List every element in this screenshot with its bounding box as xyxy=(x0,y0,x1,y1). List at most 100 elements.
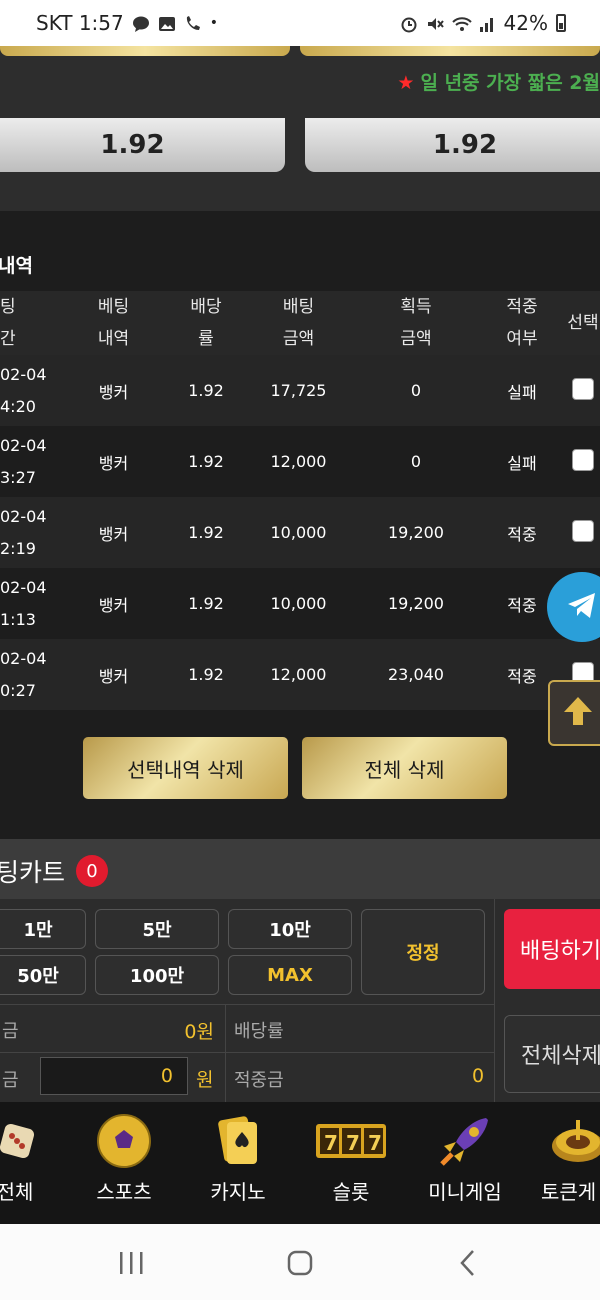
cell-bet: 10,000 xyxy=(251,497,346,568)
payout-value: 0 xyxy=(472,1065,485,1087)
time-text: 1:13 xyxy=(0,609,36,629)
button-label: 5만 xyxy=(142,920,172,941)
col-header-select: 선택 xyxy=(558,291,600,355)
cell-time: 02-04 3:27 xyxy=(0,426,66,497)
cell-bet: 12,000 xyxy=(251,639,346,710)
recent-apps-icon[interactable] xyxy=(116,1248,146,1278)
system-navigation-bar xyxy=(0,1224,600,1300)
nav-item-all[interactable]: 전체 xyxy=(0,1102,70,1224)
back-icon[interactable] xyxy=(453,1248,483,1278)
playing-cards-icon xyxy=(209,1112,267,1170)
header-text: 베팅 내역 xyxy=(97,297,130,349)
nav-item-minigame[interactable]: 미니게임 xyxy=(410,1102,520,1224)
nav-label: 슬롯 xyxy=(332,1180,370,1204)
button-label: 배팅하기 xyxy=(520,939,600,964)
carrier-time: SKT 1:57 xyxy=(36,11,124,35)
payout-label: 적중금 xyxy=(234,1070,284,1091)
cell-win: 19,200 xyxy=(346,568,486,639)
header-text: 선택 xyxy=(567,313,599,333)
time-text: 3:27 xyxy=(0,467,36,487)
clear-cart-button[interactable]: 전체삭제 xyxy=(504,1015,600,1093)
nav-label: 카지노 xyxy=(210,1180,266,1204)
svg-text:7: 7 xyxy=(368,1131,382,1155)
status-dot: • xyxy=(209,15,219,31)
time-text: 0:27 xyxy=(0,680,36,700)
amount-max-button[interactable]: MAX xyxy=(228,955,352,995)
scroll-to-top-button[interactable] xyxy=(548,680,600,746)
cell-bet: 12,000 xyxy=(251,426,346,497)
select-checkbox[interactable] xyxy=(572,448,594,471)
star-icon: ★ xyxy=(397,72,415,94)
delete-all-history-button[interactable]: 전체 삭제 xyxy=(302,737,507,799)
delete-selected-button[interactable]: 선택내역 삭제 xyxy=(83,737,288,799)
cell-time: 02-04 2:19 xyxy=(0,497,66,568)
cell-result: 적중 xyxy=(486,497,558,568)
missed-call-icon xyxy=(184,14,202,32)
marquee-text: 일 년중 가장 짧은 2월 xyxy=(420,72,600,94)
header-text: 적중 여부 xyxy=(506,297,538,349)
col-header-result: 적중 여부 xyxy=(486,291,558,355)
cell-time: 02-04 1:13 xyxy=(0,568,66,639)
date-text: 02-04 xyxy=(0,364,47,384)
status-bar: SKT 1:57 • 42% xyxy=(0,0,600,46)
button-label: MAX xyxy=(267,964,313,986)
nav-label: 미니게임 xyxy=(428,1180,502,1204)
nav-label: 전체 xyxy=(0,1180,34,1204)
mute-icon xyxy=(426,14,444,32)
home-icon[interactable] xyxy=(285,1248,315,1278)
cell-win: 19,200 xyxy=(346,497,486,568)
odds-card-right[interactable]: 1.92 xyxy=(305,118,600,172)
cell-odds: 1.92 xyxy=(161,568,251,639)
odds-card-left[interactable]: 1.92 xyxy=(0,118,285,172)
talk-icon xyxy=(132,14,150,32)
nav-item-sports[interactable]: 스포츠 xyxy=(69,1102,179,1224)
button-label: 전체삭제 xyxy=(521,1044,600,1069)
select-checkbox[interactable] xyxy=(572,519,594,542)
nav-label: 스포츠 xyxy=(96,1180,152,1204)
button-label: 100만 xyxy=(129,966,185,987)
odds-value: 1.92 xyxy=(100,130,165,160)
cell-time: 02-04 0:27 xyxy=(0,639,66,710)
cell-result: 실패 xyxy=(486,355,558,426)
divider xyxy=(0,1052,494,1053)
stake-input[interactable] xyxy=(40,1057,188,1095)
button-label: 전체 삭제 xyxy=(364,757,445,782)
cell-odds: 1.92 xyxy=(161,639,251,710)
cart-title: 팅카트 xyxy=(0,858,66,887)
cell-odds: 1.92 xyxy=(161,426,251,497)
total-amount-label: 금 xyxy=(2,1021,19,1042)
cell-time: 02-04 4:20 xyxy=(0,355,66,426)
nav-item-casino[interactable]: 카지노 xyxy=(183,1102,293,1224)
amount-500k-button[interactable]: 50만 xyxy=(0,955,86,995)
table-row: 02-04 0:27 뱅커 1.92 12,000 23,040 적중 xyxy=(0,639,600,710)
cell-bet: 17,725 xyxy=(251,355,346,426)
reset-button[interactable]: 정정 xyxy=(361,909,485,995)
col-header-odds: 배당 률 xyxy=(161,291,251,355)
nav-item-slot[interactable]: 777 슬롯 xyxy=(296,1102,406,1224)
gold-tab-right xyxy=(300,46,600,56)
time-text: 4:20 xyxy=(0,396,36,416)
nav-label: 토큰게 xyxy=(541,1180,597,1204)
place-bet-button[interactable]: 배팅하기 xyxy=(504,909,600,989)
cell-item: 뱅커 xyxy=(66,639,161,710)
odds-value: 1.92 xyxy=(432,130,498,160)
cell-win: 23,040 xyxy=(346,639,486,710)
amount-10k-button[interactable]: 1만 xyxy=(0,909,86,949)
amount-50k-button[interactable]: 5만 xyxy=(95,909,219,949)
bet-history-section: 내역 팅 간 베팅 내역 배당 률 배팅 금액 획득 금액 적중 여부 선택 삭… xyxy=(0,211,600,839)
header-text: 배당 률 xyxy=(190,297,222,349)
cell-item: 뱅커 xyxy=(66,568,161,639)
date-text: 02-04 xyxy=(0,435,47,455)
button-label: 정정 xyxy=(406,943,440,964)
slot-777-icon: 777 xyxy=(316,1112,386,1170)
roulette-icon xyxy=(549,1112,600,1170)
amount-100k-button[interactable]: 10만 xyxy=(228,909,352,949)
cell-select xyxy=(558,497,600,568)
total-amount-value: 0원 xyxy=(184,1021,214,1043)
select-checkbox[interactable] xyxy=(572,377,594,400)
button-label: 1만 xyxy=(23,920,53,941)
amount-1m-button[interactable]: 100만 xyxy=(95,955,219,995)
nav-item-token-game[interactable]: 토큰게 xyxy=(523,1102,600,1224)
button-label: 10만 xyxy=(269,920,311,941)
svg-text:7: 7 xyxy=(324,1131,338,1155)
